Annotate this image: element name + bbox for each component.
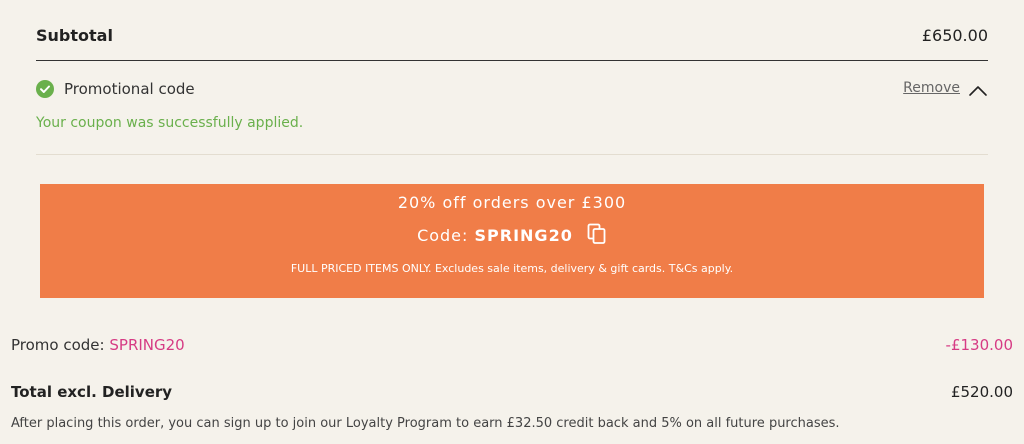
copy-icon[interactable]	[587, 223, 607, 249]
promo-code-label: Promotional code	[64, 80, 195, 98]
coupon-success-message: Your coupon was successfully applied.	[36, 115, 304, 131]
banner-terms: FULL PRICED ITEMS ONLY. Excludes sale it…	[290, 262, 734, 275]
banner-code-prefix: Code:	[417, 226, 469, 245]
divider	[36, 154, 988, 155]
total-row: Total excl. Delivery £520.00	[11, 381, 1013, 403]
subtotal-label: Subtotal	[36, 26, 113, 45]
banner-offer-text: 20% off orders over £300	[397, 193, 627, 212]
banner-code-value: SPRING20	[474, 226, 573, 245]
applied-promo-label-text: Promo code:	[11, 336, 105, 354]
check-circle-icon	[36, 80, 54, 98]
chevron-up-icon[interactable]	[968, 82, 988, 96]
discount-amount: -£130.00	[945, 336, 1013, 354]
total-label: Total excl. Delivery	[11, 383, 173, 401]
promo-banner: 20% off orders over £300 Code: SPRING20 …	[40, 184, 984, 298]
banner-code-line: Code: SPRING20	[40, 223, 984, 249]
promo-code-row: Promotional code Remove	[36, 78, 988, 104]
applied-promo-code: SPRING20	[109, 336, 185, 354]
applied-promo-row: Promo code: SPRING20 -£130.00	[11, 334, 1013, 356]
loyalty-note: After placing this order, you can sign u…	[11, 416, 840, 431]
subtotal-value: £650.00	[921, 26, 988, 45]
applied-promo-label: Promo code: SPRING20	[11, 336, 185, 354]
subtotal-row: Subtotal £650.00	[36, 24, 988, 61]
remove-promo-link[interactable]: Remove	[903, 80, 960, 96]
total-value: £520.00	[950, 383, 1013, 401]
